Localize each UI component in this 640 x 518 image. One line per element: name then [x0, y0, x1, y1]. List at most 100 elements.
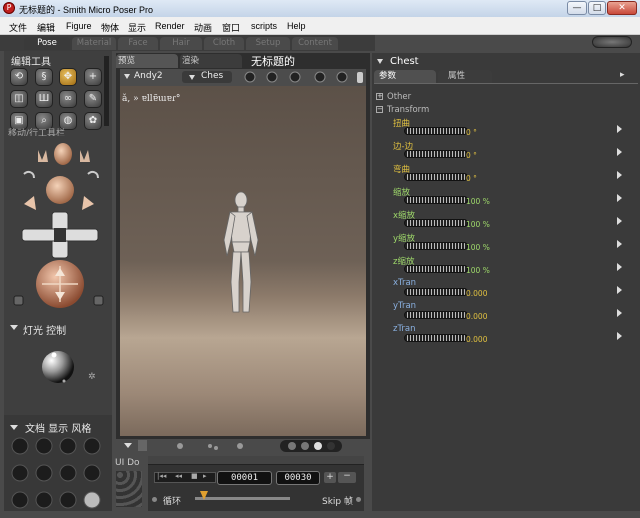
tab-hair[interactable]: Hair [160, 37, 202, 50]
group-transform[interactable]: Transform [387, 105, 429, 115]
minimize-button[interactable]: — [567, 1, 587, 15]
param-dial[interactable] [404, 196, 468, 204]
param-value[interactable]: 100 % [466, 220, 490, 229]
menu-object[interactable]: 物体 [101, 21, 119, 34]
group-other[interactable]: Other [387, 92, 411, 102]
figure-dropdown-arrow-icon[interactable] [124, 74, 130, 79]
param-dial[interactable] [404, 334, 468, 342]
add-keyframe-button[interactable]: + [324, 472, 336, 483]
tab-properties[interactable]: 属性 [438, 70, 492, 83]
rotate-tool-icon[interactable]: ⟲ [10, 68, 28, 86]
param-menu-icon[interactable] [617, 332, 622, 340]
menu-help[interactable]: Help [287, 21, 306, 31]
param-menu-icon[interactable] [617, 217, 622, 225]
param-menu-icon[interactable] [617, 125, 622, 133]
param-dial[interactable] [404, 288, 468, 296]
total-frames-field[interactable]: 00030 [276, 471, 320, 485]
color-tool-icon[interactable]: ✎ [84, 90, 102, 108]
room-help-toggle[interactable] [592, 36, 632, 48]
poser-app-icon[interactable]: P [3, 2, 15, 14]
figure-select[interactable]: Andy2 [134, 71, 163, 81]
tab-render[interactable]: 渲染 [180, 54, 242, 68]
close-button[interactable]: ✕ [607, 1, 637, 15]
param-menu-icon[interactable] [617, 171, 622, 179]
tab-pose[interactable]: Pose [24, 37, 70, 50]
param-menu-icon[interactable] [617, 148, 622, 156]
param-xtran-row[interactable]: xTran 0.000 [372, 278, 640, 300]
remove-keyframe-button[interactable]: − [338, 472, 356, 483]
tab-parameters[interactable]: 参数 [374, 70, 436, 83]
menu-render[interactable]: Render [155, 21, 185, 31]
camera-scale-icon[interactable] [13, 295, 24, 306]
params-expand-icon[interactable]: ▸ [620, 70, 625, 80]
timeline-scrubber-bar[interactable] [148, 456, 364, 465]
group-other-toggle-icon[interactable]: + [376, 93, 383, 100]
param-dial[interactable] [404, 311, 468, 319]
param-xscale-row[interactable]: x缩放 100 % [372, 209, 640, 231]
param-scale-row[interactable]: 缩放 100 % [372, 186, 640, 208]
play-icon[interactable]: ▸ [203, 472, 207, 480]
param-value[interactable]: 0 ° [466, 128, 477, 137]
param-dial[interactable] [404, 150, 468, 158]
param-value[interactable]: 0 ° [466, 174, 477, 183]
tab-content[interactable]: Content [292, 37, 338, 50]
twist-tool-icon[interactable]: § [35, 68, 53, 86]
animation-slider-track[interactable] [195, 497, 290, 500]
face-camera-icon[interactable] [54, 143, 72, 165]
current-frame-field[interactable]: 00001 [217, 471, 272, 485]
param-side-side-row[interactable]: 边-边 0 ° [372, 140, 640, 162]
tab-face[interactable]: Face [118, 37, 158, 50]
param-value[interactable]: 100 % [466, 197, 490, 206]
3d-viewport[interactable]: ǎ, » ɐllɐ̃ɯɐɾ° [120, 86, 366, 436]
trackball-icon[interactable] [36, 260, 84, 308]
menu-animation[interactable]: 动画 [194, 21, 212, 34]
menu-edit[interactable]: 编辑 [37, 21, 55, 34]
params-menu-arrow-icon[interactable] [377, 59, 383, 64]
skip-frames-checkbox-icon[interactable] [356, 497, 361, 502]
tab-preview[interactable]: 预览 [116, 54, 178, 68]
actor-select[interactable]: Ches [201, 71, 223, 81]
menu-file[interactable]: 文件 [9, 21, 27, 34]
param-value[interactable]: 0 ° [466, 151, 477, 160]
tab-material[interactable]: Material [72, 37, 116, 50]
param-dial[interactable] [404, 173, 468, 181]
param-bend-row[interactable]: 弯曲 0 ° [372, 163, 640, 185]
param-dial[interactable] [404, 219, 468, 227]
param-menu-icon[interactable] [617, 194, 622, 202]
frame-slider-handle-icon[interactable] [200, 491, 208, 500]
translate-tool-icon[interactable]: ✥ [59, 68, 77, 86]
param-menu-icon[interactable] [617, 240, 622, 248]
light-control-sphere[interactable]: ✲ [38, 347, 102, 393]
step-back-icon[interactable]: ◂◂ [175, 472, 182, 480]
stop-icon[interactable]: ■ [191, 472, 198, 480]
menu-figure[interactable]: Figure [66, 21, 92, 31]
param-dial[interactable] [404, 265, 468, 273]
param-dial[interactable] [404, 242, 468, 250]
param-yscale-row[interactable]: y缩放 100 % [372, 232, 640, 254]
light-panel-collapse-icon[interactable] [10, 325, 18, 330]
param-zscale-row[interactable]: z缩放 100 % [372, 255, 640, 277]
param-twist-row[interactable]: 扭曲 0 ° [372, 117, 640, 139]
param-ztran-row[interactable]: zTran 0.000 [372, 324, 640, 346]
param-value[interactable]: 100 % [466, 243, 490, 252]
menu-window[interactable]: 窗口 [222, 21, 240, 34]
translate-in-out-tool-icon[interactable]: + [84, 68, 102, 86]
scale-tool-icon[interactable]: ◫ [10, 90, 28, 108]
camera-lock-icon[interactable] [93, 295, 104, 306]
param-value[interactable]: 0.000 [466, 335, 487, 344]
param-menu-icon[interactable] [617, 286, 622, 294]
right-hand-camera-icon[interactable] [80, 150, 90, 162]
param-menu-icon[interactable] [617, 309, 622, 317]
param-dial[interactable] [404, 127, 468, 135]
actor-dropdown-arrow-icon[interactable] [189, 75, 195, 80]
param-value[interactable]: 0.000 [466, 289, 487, 298]
rewind-icon[interactable]: |◂◂ [157, 472, 166, 480]
param-menu-icon[interactable] [617, 263, 622, 271]
andy-figure[interactable] [216, 190, 266, 320]
chain-break-tool-icon[interactable]: ∞ [59, 90, 77, 108]
main-camera-head-icon[interactable] [46, 176, 74, 204]
param-value[interactable]: 0.000 [466, 312, 487, 321]
group-transform-toggle-icon[interactable]: − [376, 106, 383, 113]
param-ytran-row[interactable]: yTran 0.000 [372, 301, 640, 323]
taper-tool-icon[interactable]: Ш [35, 90, 53, 108]
